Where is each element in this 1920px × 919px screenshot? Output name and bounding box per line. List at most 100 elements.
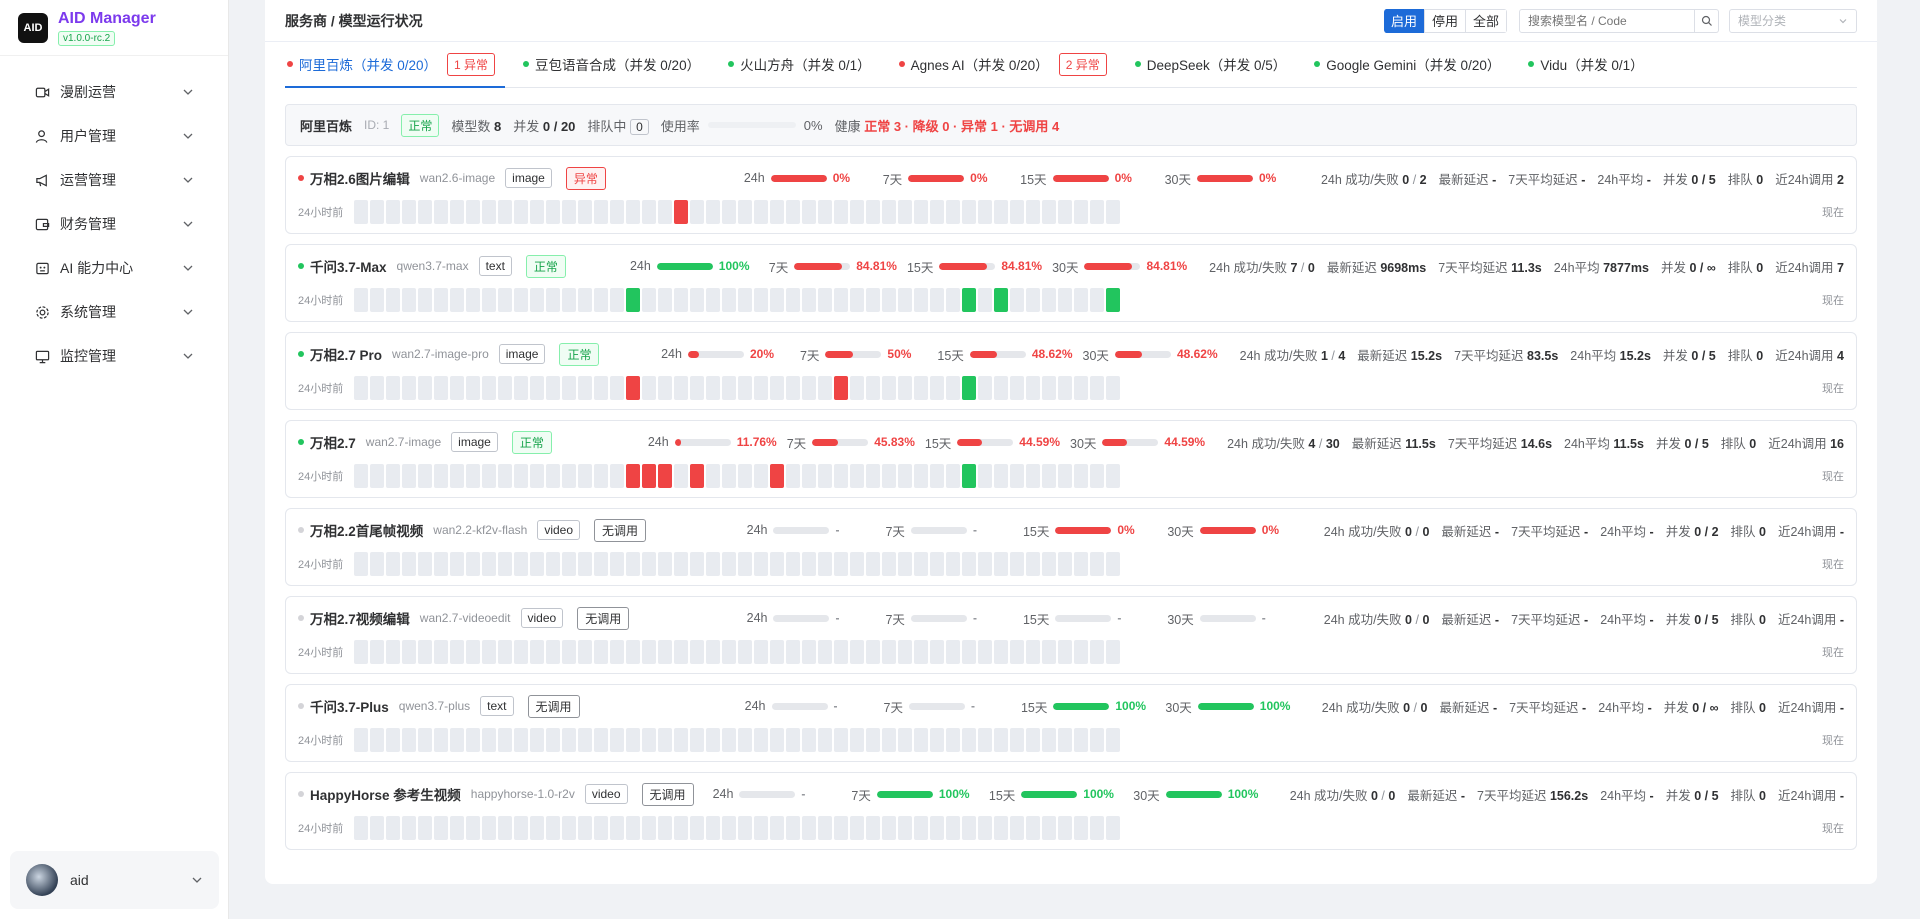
heartbeat-bar[interactable] xyxy=(386,200,400,224)
heartbeat-bar[interactable] xyxy=(642,816,656,840)
heartbeat-bar[interactable] xyxy=(386,552,400,576)
heartbeat-bar[interactable] xyxy=(434,640,448,664)
heartbeat-bar[interactable] xyxy=(1026,200,1040,224)
heartbeat-bar[interactable] xyxy=(658,288,672,312)
heartbeat-bar[interactable] xyxy=(418,640,432,664)
heartbeat-bar[interactable] xyxy=(434,464,448,488)
filter-all-button[interactable]: 全部 xyxy=(1464,8,1507,33)
heartbeat-bar[interactable] xyxy=(546,640,560,664)
sidebar-item-2[interactable]: 运营管理 xyxy=(0,158,228,202)
heartbeat-bar[interactable] xyxy=(1010,200,1024,224)
heartbeat-bar[interactable] xyxy=(866,376,880,400)
heartbeat-bar[interactable] xyxy=(610,200,624,224)
heartbeat-bar[interactable] xyxy=(1026,288,1040,312)
heartbeat-bar[interactable] xyxy=(930,464,944,488)
tab-provider-0[interactable]: 阿里百炼（并发 0/20） 1 异常 xyxy=(285,41,506,88)
heartbeat-bar[interactable] xyxy=(1058,728,1072,752)
heartbeat-bar[interactable] xyxy=(1106,640,1120,664)
heartbeat-bar[interactable] xyxy=(754,464,768,488)
heartbeat-bar[interactable] xyxy=(370,376,384,400)
heartbeat-bar[interactable] xyxy=(994,200,1008,224)
heartbeat-bar[interactable] xyxy=(930,552,944,576)
heartbeat-bar[interactable] xyxy=(1010,640,1024,664)
heartbeat-bar[interactable] xyxy=(690,552,704,576)
heartbeat-bar[interactable] xyxy=(930,816,944,840)
heartbeat-bar[interactable] xyxy=(530,464,544,488)
heartbeat-bar[interactable] xyxy=(466,376,480,400)
heartbeat-bar[interactable] xyxy=(882,816,896,840)
heartbeat-bar[interactable] xyxy=(898,728,912,752)
heartbeat-bar[interactable] xyxy=(866,288,880,312)
heartbeat-bar[interactable] xyxy=(770,640,784,664)
heartbeat-bar[interactable] xyxy=(674,728,688,752)
heartbeat-bar[interactable] xyxy=(898,552,912,576)
heartbeat-bar[interactable] xyxy=(850,816,864,840)
heartbeat-bar[interactable] xyxy=(642,464,656,488)
heartbeat-bar[interactable] xyxy=(610,728,624,752)
heartbeat-bar[interactable] xyxy=(866,200,880,224)
heartbeat-bar[interactable] xyxy=(930,200,944,224)
heartbeat-bar[interactable] xyxy=(1010,464,1024,488)
heartbeat-bar[interactable] xyxy=(882,200,896,224)
heartbeat-bar[interactable] xyxy=(354,816,368,840)
heartbeat-bar[interactable] xyxy=(658,376,672,400)
heartbeat-bar[interactable] xyxy=(642,376,656,400)
heartbeat-bar[interactable] xyxy=(1010,376,1024,400)
heartbeat-bar[interactable] xyxy=(498,200,512,224)
heartbeat-bar[interactable] xyxy=(818,376,832,400)
heartbeat-bar[interactable] xyxy=(818,816,832,840)
heartbeat-bar[interactable] xyxy=(1010,816,1024,840)
heartbeat-bar[interactable] xyxy=(626,640,640,664)
heartbeat-bar[interactable] xyxy=(690,288,704,312)
heartbeat-bar[interactable] xyxy=(1058,200,1072,224)
heartbeat-bar[interactable] xyxy=(834,376,848,400)
heartbeat-bar[interactable] xyxy=(722,288,736,312)
heartbeat-bar[interactable] xyxy=(482,728,496,752)
heartbeat-bar[interactable] xyxy=(482,464,496,488)
heartbeat-bar[interactable] xyxy=(354,640,368,664)
heartbeat-bar[interactable] xyxy=(658,728,672,752)
heartbeat-bar[interactable] xyxy=(610,552,624,576)
heartbeat-bar[interactable] xyxy=(546,816,560,840)
heartbeat-bar[interactable] xyxy=(914,200,928,224)
heartbeat-bar[interactable] xyxy=(850,288,864,312)
heartbeat-bar[interactable] xyxy=(930,288,944,312)
heartbeat-bar[interactable] xyxy=(1042,728,1056,752)
heartbeat-bar[interactable] xyxy=(994,464,1008,488)
heartbeat-bar[interactable] xyxy=(946,376,960,400)
heartbeat-bar[interactable] xyxy=(1106,464,1120,488)
heartbeat-bar[interactable] xyxy=(866,728,880,752)
heartbeat-bar[interactable] xyxy=(882,640,896,664)
heartbeat-bar[interactable] xyxy=(530,288,544,312)
heartbeat-bar[interactable] xyxy=(834,464,848,488)
heartbeat-bar[interactable] xyxy=(946,288,960,312)
heartbeat-bar[interactable] xyxy=(962,816,976,840)
heartbeat-bar[interactable] xyxy=(850,464,864,488)
heartbeat-bar[interactable] xyxy=(514,464,528,488)
heartbeat-bar[interactable] xyxy=(434,376,448,400)
heartbeat-bar[interactable] xyxy=(386,640,400,664)
heartbeat-bar[interactable] xyxy=(1010,288,1024,312)
heartbeat-bar[interactable] xyxy=(962,552,976,576)
heartbeat-bar[interactable] xyxy=(1026,640,1040,664)
heartbeat-bar[interactable] xyxy=(1106,552,1120,576)
heartbeat-bar[interactable] xyxy=(514,816,528,840)
heartbeat-bar[interactable] xyxy=(450,552,464,576)
heartbeat-bar[interactable] xyxy=(482,376,496,400)
search-input[interactable] xyxy=(1519,8,1695,33)
heartbeat-bar[interactable] xyxy=(978,816,992,840)
heartbeat-bar[interactable] xyxy=(834,288,848,312)
heartbeat-bar[interactable] xyxy=(1090,288,1104,312)
heartbeat-bar[interactable] xyxy=(978,728,992,752)
heartbeat-bar[interactable] xyxy=(722,728,736,752)
heartbeat-bar[interactable] xyxy=(882,728,896,752)
heartbeat-bar[interactable] xyxy=(434,288,448,312)
heartbeat-bar[interactable] xyxy=(834,552,848,576)
heartbeat-bar[interactable] xyxy=(658,200,672,224)
heartbeat-bar[interactable] xyxy=(370,728,384,752)
heartbeat-bar[interactable] xyxy=(610,288,624,312)
heartbeat-bar[interactable] xyxy=(1058,816,1072,840)
heartbeat-bar[interactable] xyxy=(370,552,384,576)
heartbeat-bar[interactable] xyxy=(1074,376,1088,400)
heartbeat-bar[interactable] xyxy=(354,288,368,312)
